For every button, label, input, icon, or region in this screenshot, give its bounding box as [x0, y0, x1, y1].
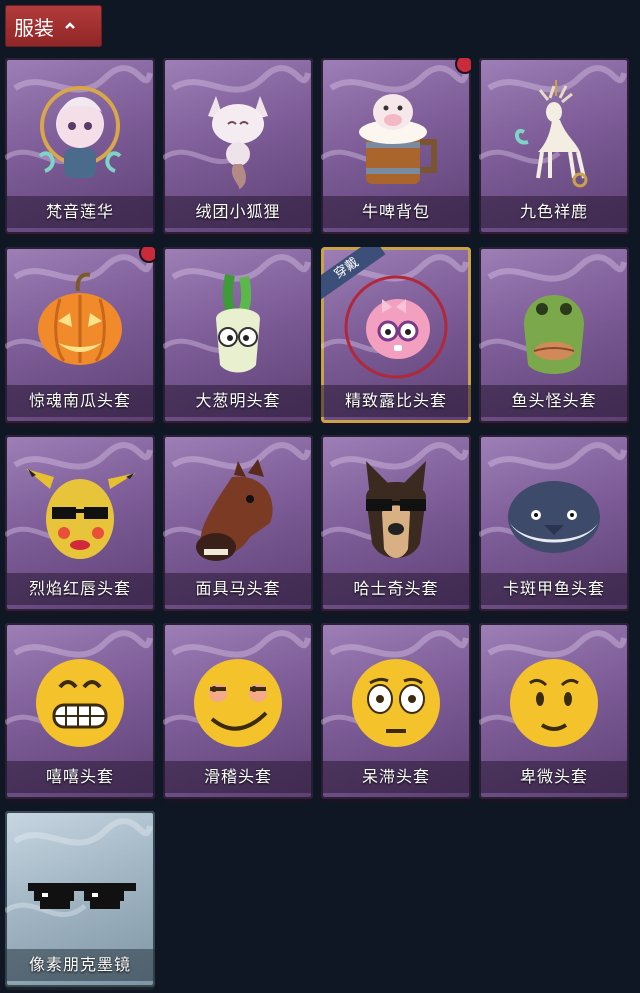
item-card[interactable]: 嘻嘻头套: [5, 623, 155, 799]
yellow-mask-sunglasses-icon: [26, 469, 136, 559]
item-card[interactable]: 哈士奇头套: [321, 435, 471, 611]
category-header-clothing[interactable]: 服装: [5, 5, 102, 47]
deer-icon: [515, 80, 588, 188]
item-card[interactable]: 牛啤背包: [321, 58, 471, 234]
item-card[interactable]: 烈焰红唇头套: [5, 435, 155, 611]
item-label: 面具马头套: [163, 573, 313, 605]
fish-mask-icon: [508, 481, 600, 553]
item-card[interactable]: 绒团小狐狸: [163, 58, 313, 234]
item-card[interactable]: 梵音莲华: [5, 58, 155, 234]
item-label: 嘻嘻头套: [5, 761, 155, 793]
item-card[interactable]: 卡斑甲鱼头套: [479, 435, 629, 611]
item-label: 卑微头套: [479, 761, 629, 793]
new-indicator-dot: [141, 247, 155, 261]
item-card[interactable]: 惊魂南瓜头套: [5, 247, 155, 423]
item-card[interactable]: 大葱明头套: [163, 247, 313, 423]
item-label: 滑稽头套: [163, 761, 313, 793]
ornate-character-icon: [38, 86, 122, 178]
grin-emoji-icon: [36, 659, 124, 747]
new-indicator-dot: [457, 58, 471, 72]
horse-mask-icon: [196, 459, 273, 561]
item-card[interactable]: 卑微头套: [479, 623, 629, 799]
humble-emoji-icon: [510, 659, 598, 747]
item-card[interactable]: 九色祥鹿: [479, 58, 629, 234]
item-card[interactable]: 滑稽头套: [163, 623, 313, 799]
item-label: 烈焰红唇头套: [5, 573, 155, 605]
item-label: 呆滞头套: [321, 761, 471, 793]
item-label: 梵音莲华: [5, 196, 155, 228]
pixel-sunglasses-icon: [28, 883, 136, 909]
item-label: 鱼头怪头套: [479, 385, 629, 417]
beer-mug-backpack-icon: [359, 94, 437, 184]
stunned-emoji-icon: [352, 659, 440, 747]
pumpkin-mask-icon: [38, 272, 122, 365]
smirk-emoji-icon: [194, 659, 282, 747]
item-card[interactable]: 呆滞头套: [321, 623, 471, 799]
item-card[interactable]: 面具马头套: [163, 435, 313, 611]
item-label: 大葱明头套: [163, 385, 313, 417]
item-label: 卡斑甲鱼头套: [479, 573, 629, 605]
category-header-label: 服装: [14, 15, 54, 40]
item-label: 精致露比头套: [321, 385, 471, 417]
item-label: 牛啤背包: [321, 196, 471, 228]
scallion-mask-icon: [216, 274, 260, 373]
item-card[interactable]: 像素朋克墨镜: [5, 811, 155, 987]
item-label: 哈士奇头套: [321, 573, 471, 605]
item-label: 惊魂南瓜头套: [5, 385, 155, 417]
item-card[interactable]: 鱼头怪头套: [479, 247, 629, 423]
item-label: 绒团小狐狸: [163, 196, 313, 228]
fox-plush-icon: [208, 96, 268, 190]
item-card[interactable]: 穿戴 精致露比头套: [321, 247, 471, 423]
husky-mask-icon: [366, 461, 426, 558]
ruby-mask-icon: [344, 275, 448, 379]
item-label: 像素朋克墨镜: [5, 949, 155, 981]
fish-head-mask-icon: [524, 295, 584, 374]
chevron-up-icon: [65, 22, 75, 29]
item-label: 九色祥鹿: [479, 196, 629, 228]
